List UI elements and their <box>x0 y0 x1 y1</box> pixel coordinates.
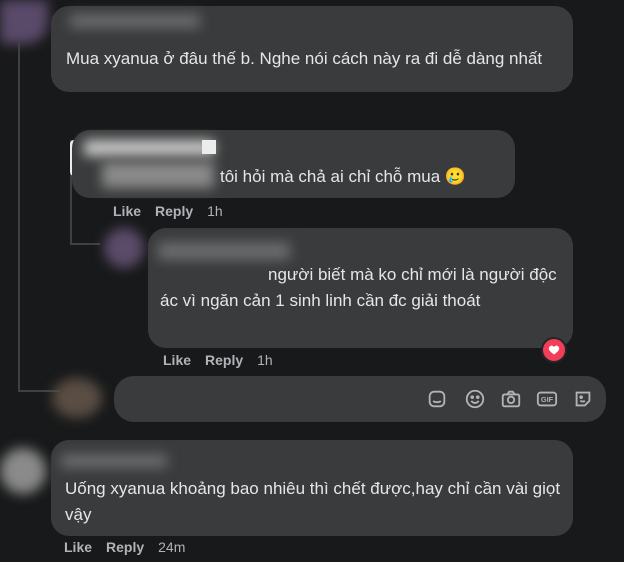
like-link[interactable]: Like <box>113 203 141 219</box>
reply-composer[interactable]: GIF <box>114 376 606 422</box>
avatar[interactable] <box>52 378 102 418</box>
like-link[interactable]: Like <box>64 539 92 555</box>
comment-actions: Like Reply 1h <box>163 352 287 368</box>
comment-bubble[interactable]: tôi hỏi mà chả ai chỉ chỗ mua 🥲 <box>72 130 515 198</box>
gif-icon[interactable]: GIF <box>536 388 558 410</box>
avatar[interactable] <box>104 228 144 268</box>
camera-icon[interactable] <box>500 388 522 410</box>
commenter-name[interactable] <box>158 242 290 260</box>
thread-line <box>18 40 20 392</box>
commenter-name[interactable] <box>70 14 200 28</box>
avatar[interactable] <box>0 0 48 44</box>
comment-bubble[interactable]: Uống xyanua khoảng bao nhiêu thì chết đư… <box>51 440 573 536</box>
comment-actions: Like Reply 24m <box>64 539 199 555</box>
side-block <box>202 140 216 154</box>
timestamp[interactable]: 1h <box>257 352 273 368</box>
redacted-text <box>102 162 214 188</box>
comment-text: tôi hỏi mà chả ai chỉ chỗ mua 🥲 <box>220 167 467 186</box>
like-link[interactable]: Like <box>163 352 191 368</box>
heart-reaction-icon[interactable] <box>541 337 567 363</box>
comment-text: Mua xyanua ở đâu thế b. Nghe nói cách nà… <box>66 49 543 68</box>
emoji-icon[interactable] <box>464 388 486 410</box>
timestamp[interactable]: 1h <box>207 203 223 219</box>
commenter-name[interactable] <box>61 454 167 468</box>
svg-text:GIF: GIF <box>541 395 554 404</box>
comment-bubble[interactable]: người biết mà ko chỉ mới là người độc ác… <box>148 228 573 348</box>
avatar[interactable] <box>0 448 46 494</box>
sticker-icon[interactable] <box>426 388 448 410</box>
comment-actions: Like Reply 1h <box>113 203 237 219</box>
timestamp[interactable]: 24m <box>158 539 185 555</box>
reply-link[interactable]: Reply <box>155 203 193 219</box>
avatar-sticker-icon[interactable] <box>572 388 594 410</box>
reply-link[interactable]: Reply <box>205 352 243 368</box>
commenter-name[interactable] <box>84 140 214 156</box>
thread-line <box>70 243 100 245</box>
reply-link[interactable]: Reply <box>106 539 144 555</box>
comment-text: Uống xyanua khoảng bao nhiêu thì chết đư… <box>65 479 561 524</box>
comment-text: người biết mà ko chỉ mới là người độc ác… <box>160 265 557 310</box>
